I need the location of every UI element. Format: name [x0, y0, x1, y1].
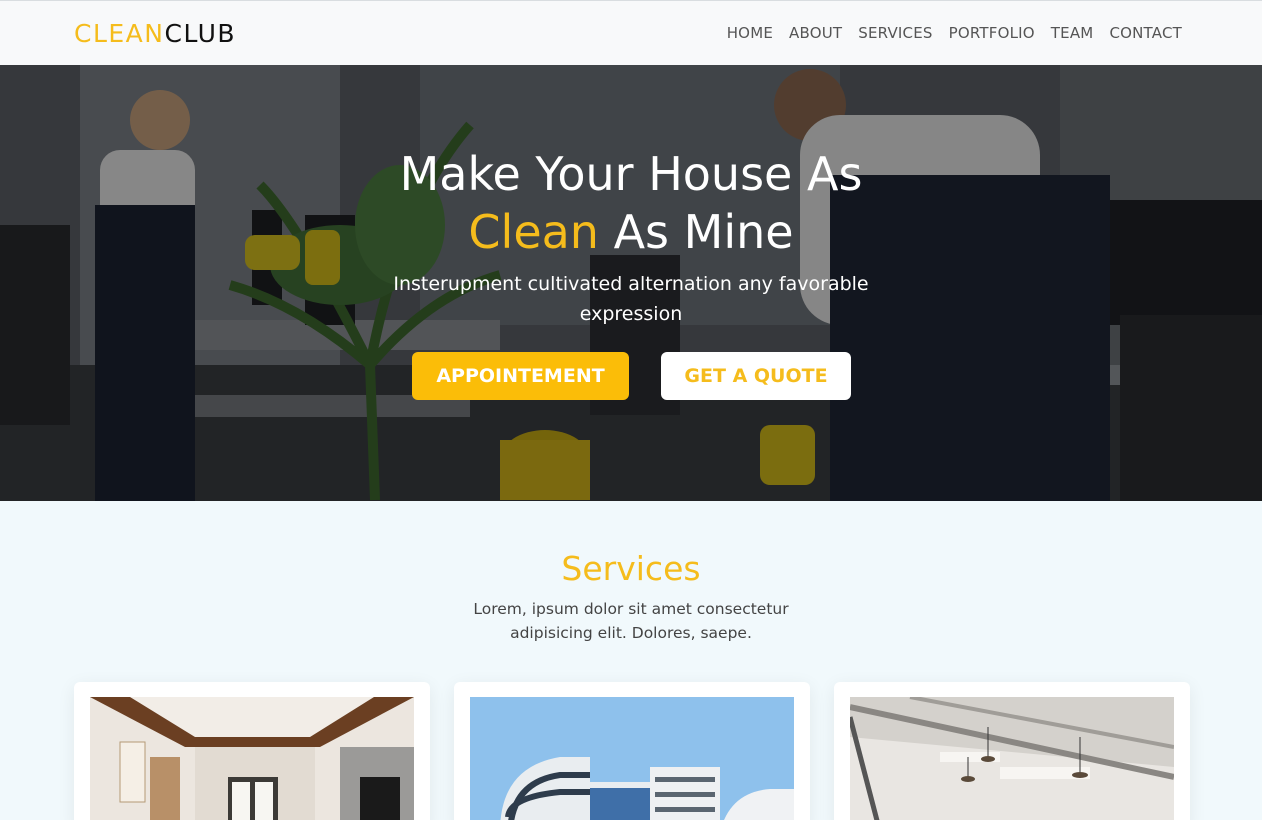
- service-card-image-interior: [90, 697, 414, 820]
- hero-title-rest: As Mine: [598, 205, 794, 259]
- services-description: Lorem, ipsum dolor sit amet consectetur …: [473, 600, 789, 642]
- main-nav: HOME ABOUT SERVICES PORTFOLIO TEAM CONTA…: [727, 24, 1182, 42]
- hero-section: Make Your House As Clean As Mine Insteru…: [0, 65, 1262, 501]
- logo[interactable]: CLEANCLUB: [74, 19, 236, 48]
- services-title: Services: [561, 549, 701, 588]
- service-card-image-building: [470, 697, 794, 820]
- logo-part-clean: CLEAN: [74, 19, 165, 48]
- nav-portfolio[interactable]: PORTFOLIO: [949, 24, 1035, 42]
- service-card[interactable]: [74, 682, 430, 820]
- nav-team[interactable]: TEAM: [1051, 24, 1094, 42]
- nav-services[interactable]: SERVICES: [858, 24, 932, 42]
- hero-title-line2: Clean As Mine: [0, 203, 1262, 261]
- hero-subtitle: Insterupment cultivated alternation any …: [393, 273, 869, 325]
- logo-part-club: CLUB: [164, 19, 237, 48]
- hero-title-accent: Clean: [468, 205, 599, 259]
- get-a-quote-button[interactable]: GET A QUOTE: [661, 352, 851, 400]
- nav-home[interactable]: HOME: [727, 24, 773, 42]
- appointment-button[interactable]: APPOINTEMENT: [412, 352, 629, 400]
- site-header: CLEANCLUB HOME ABOUT SERVICES PORTFOLIO …: [0, 0, 1262, 65]
- service-card-image-office: [850, 697, 1174, 820]
- service-card[interactable]: [834, 682, 1190, 820]
- hero-title-line1: Make Your House As: [399, 147, 863, 201]
- service-card[interactable]: [454, 682, 810, 820]
- hero-title: Make Your House As Clean As Mine: [0, 145, 1262, 261]
- nav-about[interactable]: ABOUT: [789, 24, 842, 42]
- nav-contact[interactable]: CONTACT: [1109, 24, 1182, 42]
